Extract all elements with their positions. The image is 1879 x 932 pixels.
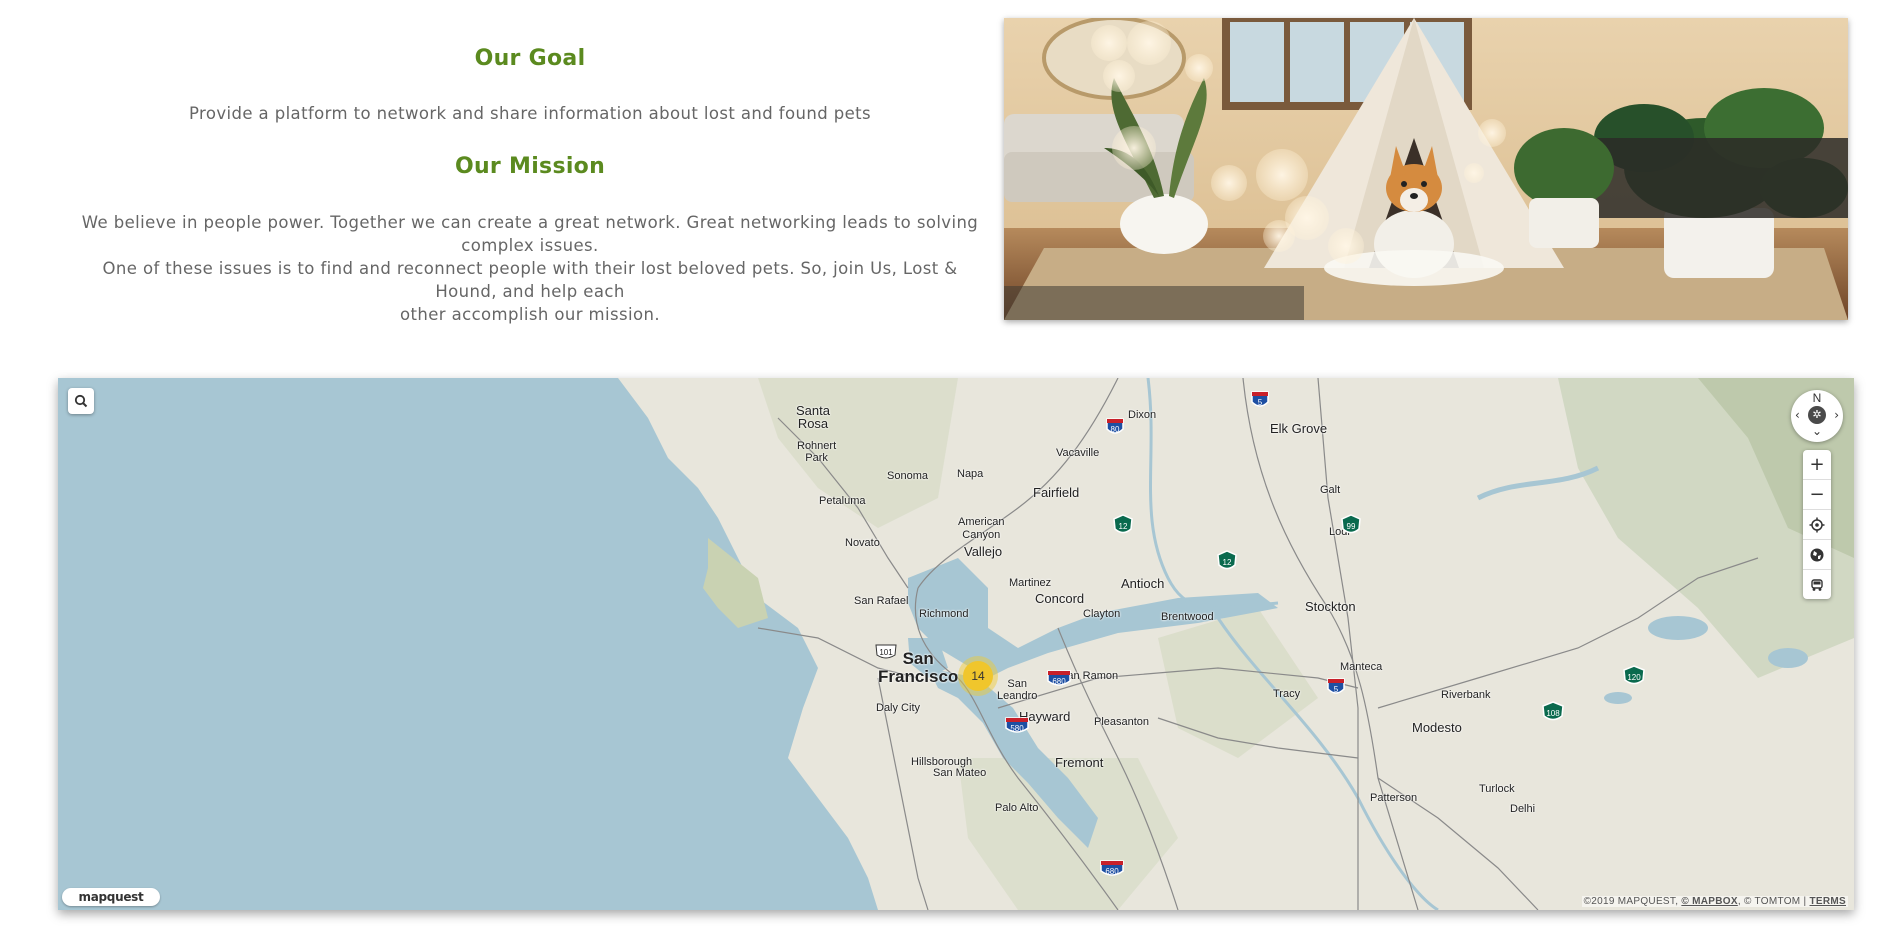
mission-line: other accomplish our mission. [400, 305, 660, 324]
mission-line: One of these issues is to find and recon… [102, 259, 958, 301]
map-label-manteca: Manteca [1340, 661, 1383, 673]
map-label-napa: Napa [957, 468, 984, 480]
pet-cluster-marker[interactable]: 14 [958, 656, 998, 696]
interstate-shield: 580 [1004, 716, 1030, 740]
map-tool-stack: + − [1803, 450, 1831, 599]
cluster-count[interactable]: 14 [963, 661, 993, 691]
shield-number: 12 [1119, 522, 1128, 531]
map-label-vacaville: Vacaville [1056, 447, 1100, 459]
globe-icon [1810, 548, 1824, 561]
map-label-concord: Concord [1035, 591, 1085, 606]
car-icon [1811, 578, 1823, 591]
mapquest-logo: mapquest [62, 888, 160, 906]
map-label-martinez: Martinez [1009, 577, 1052, 589]
compass-icon[interactable]: ✲ [1808, 406, 1826, 424]
terms-link[interactable]: TERMS [1810, 896, 1847, 907]
traffic-button[interactable] [1803, 570, 1831, 599]
map-attribution: ©2019 MAPQUEST, © MAPBOX, © TOMTOM | TER… [1581, 896, 1848, 907]
logo-text: mapquest [78, 890, 144, 904]
shield-number: 12 [1223, 558, 1232, 567]
state-route-shield: 108 [1541, 701, 1565, 727]
interstate-shield: 680 [1046, 669, 1072, 693]
map-label-richmond: Richmond [919, 608, 969, 620]
locate-me-button[interactable] [1803, 510, 1831, 540]
corgi-teepee-illustration [1004, 18, 1848, 320]
map-label-rohnert-park: Rohnert Park [797, 440, 837, 464]
map-label-vallejo: Vallejo [964, 544, 1003, 559]
shield-number: 5 [1258, 398, 1263, 407]
shield-number: 680 [1052, 677, 1066, 686]
zoom-out-button[interactable]: − [1803, 480, 1831, 510]
interstate-shield: 680 [1099, 859, 1125, 883]
map-label-san-leandro: San Leandro [997, 678, 1038, 702]
map-label-brentwood: Brentwood [1161, 611, 1214, 623]
goal-heading: Our Goal [474, 46, 586, 71]
goal-text: Provide a platform to network and share … [188, 104, 872, 123]
interstate-shield: 80 [1105, 417, 1125, 441]
map-layers-button[interactable] [1803, 540, 1831, 570]
map-label-patterson: Patterson [1370, 792, 1418, 804]
map-label-clayton: Clayton [1083, 608, 1121, 620]
map-label-riverbank: Riverbank [1441, 689, 1491, 701]
pet-map[interactable]: Santa Rosa Dixon Elk Grove Rohnert Park Va… [58, 378, 1854, 910]
map-label-modesto: Modesto [1412, 720, 1462, 735]
map-label-tracy: Tracy [1273, 688, 1301, 700]
map-label-delhi: Delhi [1510, 803, 1536, 815]
crosshair-icon [1809, 517, 1825, 532]
map-label-fremont: Fremont [1055, 755, 1104, 770]
map-label-galt: Galt [1320, 484, 1341, 496]
shield-number: 99 [1347, 522, 1356, 531]
map-label-palo-alto: Palo Alto [995, 802, 1039, 814]
interstate-shield: 5 [1250, 390, 1270, 414]
map-label-santa-rosa: Santa Rosa [796, 403, 830, 431]
map-label-american-canyon: American Canyon [958, 516, 1005, 541]
map-label-dixon: Dixon [1128, 409, 1157, 421]
state-route-shield: 12 [1216, 550, 1238, 576]
pan-right-icon[interactable]: › [1834, 408, 1839, 422]
map-label-novato: Novato [845, 537, 880, 549]
map-label-fairfield: Fairfield [1033, 485, 1080, 500]
shield-number: 580 [1010, 724, 1024, 733]
state-route-shield: 120 [1622, 665, 1646, 691]
mapbox-link[interactable]: © MAPBOX [1681, 896, 1737, 907]
attribution-prefix: ©2019 MAPQUEST, [1583, 896, 1679, 907]
map-label-san-mateo: San Mateo [933, 767, 987, 779]
zoom-in-button[interactable]: + [1803, 450, 1831, 480]
map-label-antioch: Antioch [1121, 576, 1165, 591]
search-icon [74, 394, 88, 408]
compass-control[interactable]: N ‹ › ✲ ⌄ [1791, 390, 1843, 442]
shield-number: 120 [1627, 673, 1641, 682]
map-label-turlock: Turlock [1479, 783, 1515, 795]
pan-left-icon[interactable]: ‹ [1795, 408, 1800, 422]
map-search-button[interactable] [68, 388, 94, 414]
map-label-san-rafael: San Rafael [854, 595, 909, 607]
mission-text: We believe in people power. Together we … [70, 211, 990, 326]
mission-line: We believe in people power. Together we … [81, 213, 979, 255]
interstate-shield: 5 [1326, 677, 1346, 701]
shield-number: 80 [1111, 425, 1120, 434]
map-label-pleasanton: Pleasanton [1094, 716, 1150, 728]
hero-photo [1004, 18, 1848, 320]
shield-number: 5 [1334, 685, 1339, 694]
map-label-sonoma: Sonoma [887, 470, 928, 482]
shield-number: 108 [1546, 709, 1560, 718]
attribution-tomtom: , © TOMTOM | [1737, 896, 1807, 907]
state-route-shield: 12 [1112, 514, 1134, 540]
map-label-petaluma: Petaluma [819, 495, 866, 507]
pan-down-icon[interactable]: ⌄ [1812, 424, 1822, 438]
shield-number: 680 [1105, 867, 1119, 876]
mission-heading: Our Mission [454, 154, 606, 179]
us-route-shield: 101 [874, 643, 898, 665]
map-label-elk-grove: Elk Grove [1270, 421, 1328, 436]
shield-number: 101 [879, 648, 893, 657]
map-label-stockton: Stockton [1305, 599, 1356, 614]
compass-north-label: N [1812, 391, 1822, 405]
map-tiles[interactable] [58, 378, 1854, 910]
state-route-shield: 99 [1340, 514, 1362, 540]
map-label-daly-city: Daly City [876, 702, 921, 714]
